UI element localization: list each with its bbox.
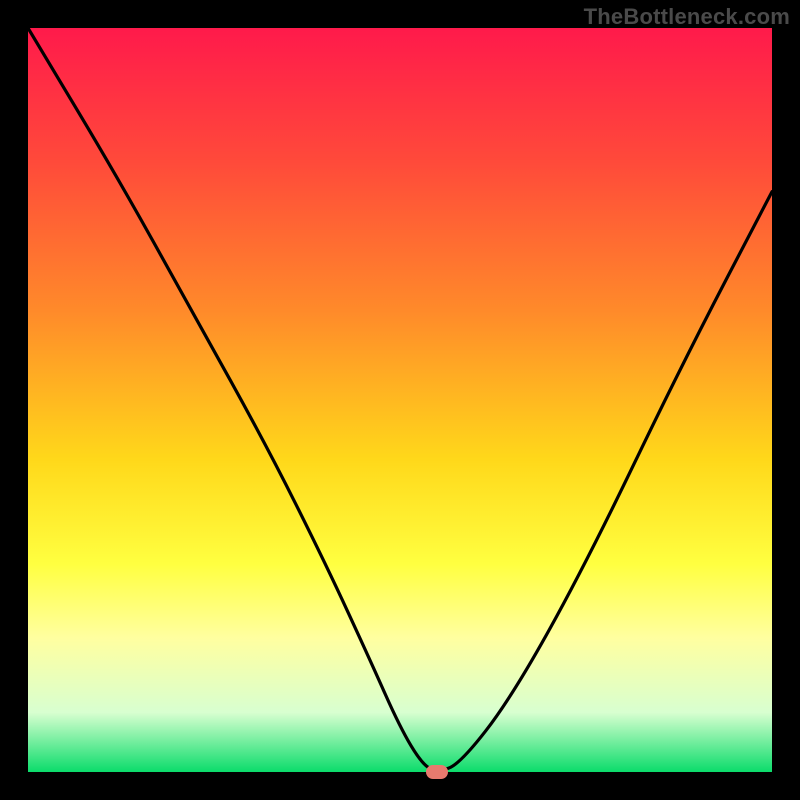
watermark-text: TheBottleneck.com: [584, 4, 790, 30]
chart-plot-area: [28, 28, 772, 772]
chart-curve: [28, 28, 772, 772]
chart-min-marker: [426, 765, 448, 779]
chart-frame: TheBottleneck.com: [0, 0, 800, 800]
chart-curve-path: [28, 28, 772, 770]
